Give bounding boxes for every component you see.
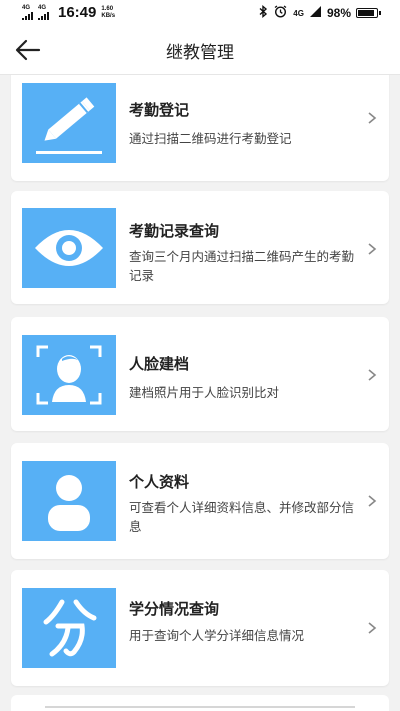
bluetooth-icon [259,5,268,21]
battery-icon [356,8,381,18]
menu-item-desc: 建档照片用于人脸识别比对 [129,385,280,400]
speed-value: 1.60 [101,5,114,12]
speed-unit: KB/s [101,12,116,19]
network-label-1: 4G [22,5,31,11]
person-icon [22,461,116,541]
menu-item-desc: 查询三个月内通过扫描二维码产生的考勤记录 [129,249,355,283]
signal-icon [309,6,321,20]
menu-list[interactable]: 考勤登记 通过扫描二维码进行考勤登记 考勤记录查询 查询三个月内通过扫描二维码产… [0,75,400,711]
chevron-right-icon [368,495,377,507]
status-bar: 4G 4G 16:49 1.60 KB/s 4G 98% [0,0,400,26]
menu-item-personal-info[interactable]: 个人资料 可查看个人详细资料信息、并修改部分信息 [11,443,389,559]
menu-item-title: 个人资料 [129,473,190,491]
chevron-right-icon [368,622,377,634]
menu-item-desc: 用于查询个人学分详细信息情况 [129,628,305,643]
menu-item-desc: 通过扫描二维码进行考勤登记 [129,131,292,146]
menu-item-desc: 可查看个人详细资料信息、并修改部分信息 [129,500,355,534]
signal-1: 4G [22,5,34,20]
network-label-2: 4G [38,5,47,11]
credit-glyph-icon [22,588,116,668]
menu-item-face-profile[interactable]: 人脸建档 建档照片用于人脸识别比对 [11,317,389,431]
battery-text: 98% [326,6,351,20]
eye-icon [22,208,116,288]
app-header: 继教管理 [0,26,400,75]
status-right: 4G 98% [253,5,381,21]
pencil-icon [22,83,116,163]
signal-bars-icon [38,12,50,20]
menu-item-partial[interactable] [11,695,389,711]
chevron-right-icon [368,369,377,381]
menu-item-title: 考勤登记 [129,101,190,119]
face-scan-icon [22,335,116,415]
status-left: 4G 4G 16:49 1.60 KB/s [22,4,115,21]
signal-2: 4G [38,5,50,20]
menu-item-title: 人脸建档 [129,355,190,373]
page-title: 继教管理 [166,43,234,63]
chevron-right-icon [368,243,377,255]
menu-item-credit-query[interactable]: 学分情况查询 用于查询个人学分详细信息情况 [11,570,389,686]
network-speed: 1.60 KB/s [101,6,115,20]
menu-item-attendance-query[interactable]: 考勤记录查询 查询三个月内通过扫描二维码产生的考勤记录 [11,191,389,304]
network-label-right: 4G [293,8,304,18]
clock: 16:49 [58,4,97,21]
chevron-right-icon [368,112,377,124]
divider [45,706,355,708]
menu-item-title: 学分情况查询 [129,600,220,618]
menu-item-attendance-register[interactable]: 考勤登记 通过扫描二维码进行考勤登记 [11,75,389,181]
alarm-icon [274,5,287,21]
menu-item-title: 考勤记录查询 [129,222,220,240]
signal-bars-icon [22,12,34,20]
